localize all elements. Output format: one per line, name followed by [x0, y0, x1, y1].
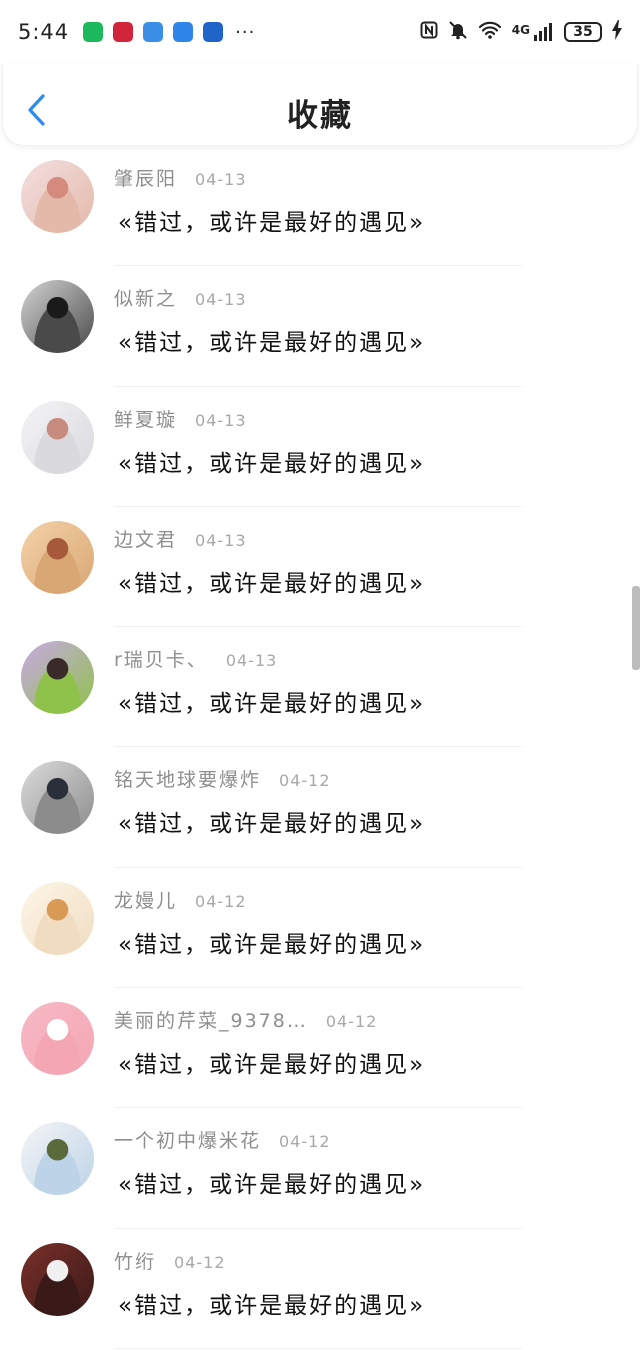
favorite-content[interactable]: «错过，或许是最好的遇见»: [118, 1165, 425, 1199]
favorite-content[interactable]: «错过，或许是最好的遇见»: [118, 1286, 425, 1320]
list-item[interactable]: 一个初中爆米花 04-12 «错过，或许是最好的遇见»: [0, 1108, 640, 1229]
username[interactable]: r瑞贝卡、: [114, 645, 208, 672]
status-right: 4G 35: [420, 20, 622, 44]
username[interactable]: 美丽的芹菜_9378…: [114, 1006, 308, 1033]
avatar[interactable]: [21, 160, 94, 233]
item-meta: 鲜夏璇 04-13: [114, 405, 247, 432]
avatar[interactable]: [21, 1002, 94, 1076]
chat-app-icon: [143, 22, 164, 42]
status-more-icon: ···: [235, 21, 256, 43]
divider: [114, 1347, 522, 1349]
item-meta: 边文君 04-13: [114, 525, 247, 552]
avatar[interactable]: [21, 881, 94, 955]
network-type-label: 4G: [511, 23, 530, 37]
username[interactable]: 肇辰阳: [114, 164, 177, 191]
item-meta: 一个初中爆米花 04-12: [114, 1126, 331, 1153]
avatar[interactable]: [21, 641, 94, 715]
nav-header: 收藏: [2, 64, 638, 146]
list-item[interactable]: 肇辰阳 04-13 «错过，或许是最好的遇见»: [0, 146, 640, 267]
huawei-app-icon: [113, 22, 134, 42]
status-left: 5:44 ···: [18, 20, 255, 44]
favorite-content[interactable]: «错过，或许是最好的遇见»: [118, 1045, 425, 1079]
battery-indicator: 35: [564, 22, 602, 42]
list-item[interactable]: 美丽的芹菜_9378… 04-12 «错过，或许是最好的遇见»: [0, 988, 640, 1109]
favorite-content[interactable]: «错过，或许是最好的遇见»: [118, 804, 425, 838]
list-item[interactable]: 竹绗 04-12 «错过，或许是最好的遇见»: [0, 1229, 640, 1349]
green-app-icon: [83, 22, 104, 42]
username[interactable]: 似新之: [114, 284, 177, 311]
favorite-content[interactable]: «错过，或许是最好的遇见»: [118, 564, 425, 598]
item-meta: r瑞贝卡、 04-13: [114, 645, 277, 672]
favorites-list: 肇辰阳 04-13 «错过，或许是最好的遇见» 似新之 04-13 «错过，或许是最好的遇…: [0, 146, 640, 1349]
pay-app-icon: [203, 22, 224, 42]
username[interactable]: 龙嫚儿: [114, 886, 177, 913]
status-bar: 5:44 ··· 4G 35: [0, 0, 640, 64]
username[interactable]: 边文君: [114, 525, 177, 552]
status-time: 5:44: [18, 20, 70, 44]
favorite-content[interactable]: «错过，或许是最好的遇见»: [118, 925, 425, 959]
list-item[interactable]: 铭天地球要爆炸 04-12 «错过，或许是最好的遇见»: [0, 747, 640, 868]
page-title: 收藏: [287, 98, 353, 134]
scrollbar-thumb[interactable]: [632, 586, 640, 670]
list-item[interactable]: 边文君 04-13 «错过，或许是最好的遇见»: [0, 507, 640, 628]
username[interactable]: 铭天地球要爆炸: [114, 765, 261, 792]
item-meta: 肇辰阳 04-13: [114, 164, 247, 191]
avatar[interactable]: [21, 761, 94, 835]
username[interactable]: 竹绗: [114, 1247, 156, 1274]
item-meta: 铭天地球要爆炸 04-12: [114, 765, 331, 792]
post-date: 04-12: [174, 1252, 226, 1272]
favorite-content[interactable]: «错过，或许是最好的遇见»: [118, 444, 425, 478]
post-date: 04-12: [325, 1012, 378, 1032]
item-meta: 竹绗 04-12: [114, 1247, 226, 1274]
favorite-content[interactable]: «错过，或许是最好的遇见»: [118, 203, 425, 237]
post-date: 04-13: [195, 530, 247, 550]
list-item[interactable]: 龙嫚儿 04-12 «错过，或许是最好的遇见»: [0, 868, 640, 989]
item-meta: 美丽的芹菜_9378… 04-12: [114, 1006, 377, 1033]
wifi-icon: [478, 21, 502, 43]
avatar[interactable]: [21, 400, 94, 474]
charging-bolt-icon: [612, 20, 622, 44]
avatar[interactable]: [21, 520, 94, 594]
cellular-signal-icon: 4G: [512, 23, 554, 41]
post-date: 04-13: [195, 170, 247, 189]
avatar[interactable]: [21, 280, 94, 354]
avatar[interactable]: [21, 1122, 94, 1196]
nfc-icon: [420, 21, 438, 43]
item-meta: 似新之 04-13: [114, 284, 247, 311]
cloud-app-icon: [173, 22, 194, 42]
mute-bell-icon: [448, 20, 468, 44]
post-date: 04-13: [195, 290, 247, 310]
post-date: 04-13: [195, 410, 247, 430]
post-date: 04-12: [279, 1132, 331, 1152]
item-meta: 龙嫚儿 04-12: [114, 886, 247, 913]
post-date: 04-12: [195, 891, 247, 911]
list-item[interactable]: 似新之 04-13 «错过，或许是最好的遇见»: [0, 266, 640, 387]
post-date: 04-13: [225, 651, 278, 671]
username[interactable]: 一个初中爆米花: [114, 1126, 261, 1153]
avatar[interactable]: [21, 1242, 94, 1316]
post-date: 04-12: [279, 771, 331, 791]
favorite-content[interactable]: «错过，或许是最好的遇见»: [118, 323, 425, 357]
list-item[interactable]: r瑞贝卡、 04-13 «错过，或许是最好的遇见»: [0, 627, 640, 748]
favorite-content[interactable]: «错过，或许是最好的遇见»: [118, 684, 425, 718]
username[interactable]: 鲜夏璇: [114, 405, 177, 432]
list-item[interactable]: 鲜夏璇 04-13 «错过，或许是最好的遇见»: [0, 387, 640, 507]
